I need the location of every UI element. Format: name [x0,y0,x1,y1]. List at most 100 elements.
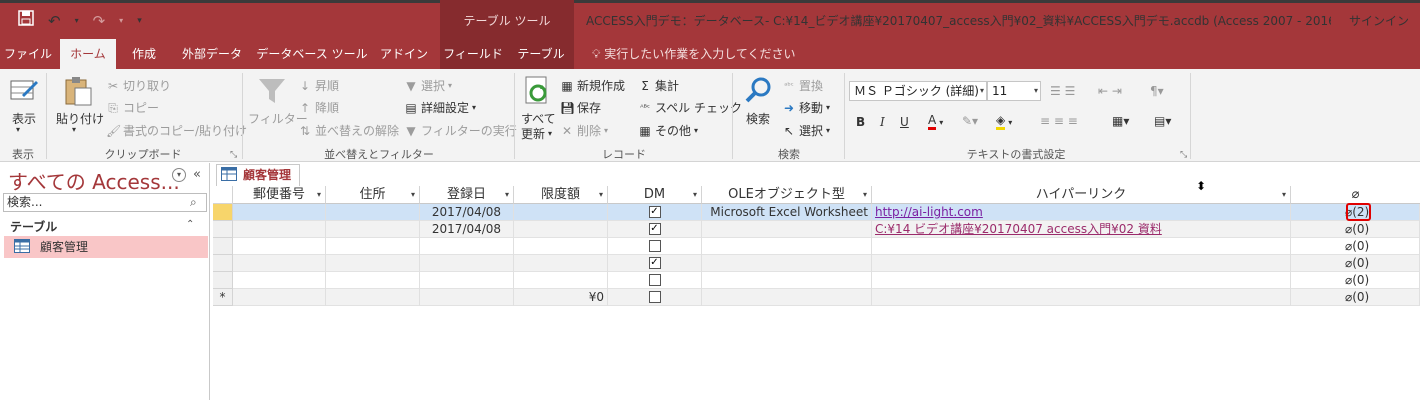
tell-me-search[interactable]: 💡︎ 実行したい作業を入力してください [592,40,796,69]
filter-icon[interactable] [256,75,288,107]
column-header-dm[interactable]: DM ▾ [608,186,702,204]
bullets-icon[interactable]: ☰ ☰ [1050,84,1075,98]
column-dropdown-icon[interactable]: ▾ [317,186,321,204]
column-header-hyperlink[interactable]: ハイパーリンク ▾ [872,186,1291,204]
tab-database-tools[interactable]: データベース ツール [256,40,368,69]
cell-attachment[interactable]: ⌀(0) [1291,272,1420,289]
column-dropdown-icon[interactable]: ▾ [505,186,509,204]
dm-checkbox[interactable] [648,290,661,303]
nav-pane-title[interactable]: すべての Access... [8,166,180,195]
cell-registered-date[interactable] [420,272,514,289]
record-selector[interactable] [213,221,233,238]
more-button[interactable]: ▦ その他 ▾ [638,122,698,139]
cell-attachment[interactable]: ⌀(0) [1291,221,1420,238]
signin-link[interactable]: サインイン [1349,12,1409,29]
cell-postal-code[interactable] [233,272,326,289]
cell-attachment[interactable]: ⌀(0) [1291,255,1420,272]
delete-record-button[interactable]: ✕ 削除 ▾ [560,122,608,139]
column-header-credit-limit[interactable]: 限度額 ▾ [514,186,608,204]
record-selector[interactable] [213,272,233,289]
hyperlink-value[interactable] [872,290,875,304]
font-size-select[interactable]: 11 ▾ [987,81,1041,101]
record-selector[interactable] [213,255,233,272]
paragraph-icon[interactable]: ¶▾ [1150,84,1164,98]
cell-address[interactable] [326,255,420,272]
cell-dm[interactable]: ✓ [608,204,702,221]
dm-checkbox[interactable]: ✓ [648,256,661,269]
paste-icon[interactable] [62,75,94,107]
cell-registered-date[interactable] [420,255,514,272]
cell-attachment[interactable]: ⌀(0) [1291,289,1420,306]
sort-descending-button[interactable]: ↑ 降順 [298,99,339,116]
cell-hyperlink[interactable] [872,255,1291,272]
cell-ole-object[interactable] [702,221,872,238]
hyperlink-value[interactable]: C:¥14 ビデオ講座¥20170407 access入門¥02 資料 [872,222,1162,236]
dm-checkbox[interactable] [648,273,661,286]
bold-button[interactable]: B [856,115,865,129]
collapse-group-icon[interactable]: ⌃ [186,219,194,230]
record-selector[interactable]: * [213,289,233,306]
redo-icon[interactable]: ↷ [93,11,106,31]
hyperlink-value[interactable] [872,239,875,253]
indent-icon[interactable]: ⇤ ⇥ [1098,84,1122,98]
column-header-ole-object[interactable]: OLEオブジェクト型 ▾ [702,186,872,204]
cell-registered-date[interactable] [420,289,514,306]
column-header-postal-code[interactable]: 郵便番号 ▾ [233,186,326,204]
cell-registered-date[interactable]: 2017/04/08 [420,204,514,221]
cell-credit-limit[interactable] [514,238,608,255]
gridlines-icon[interactable]: ▦▾ [1112,114,1129,128]
cell-dm[interactable]: ✓ [608,221,702,238]
goto-button[interactable]: ➜ 移動 ▾ [782,99,830,116]
cell-credit-limit[interactable] [514,272,608,289]
undo-icon[interactable]: ↶ [48,11,61,31]
cell-ole-object[interactable] [702,238,872,255]
totals-button[interactable]: Σ 集計 [638,77,679,94]
cell-hyperlink[interactable]: http://ai-light.com [872,204,1291,221]
underline-button[interactable]: U [900,115,909,129]
refresh-all-icon[interactable] [522,75,554,107]
cell-hyperlink[interactable] [872,238,1291,255]
column-header-attachment[interactable]: ⌀ [1291,186,1420,204]
cell-ole-object[interactable] [702,272,872,289]
align-icons[interactable]: ≡ ≡ ≡ [1040,114,1078,128]
cell-postal-code[interactable] [233,289,326,306]
cell-address[interactable] [326,221,420,238]
alternate-row-icon[interactable]: ▤▾ [1154,114,1171,128]
cell-address[interactable] [326,289,420,306]
tab-file[interactable]: ファイル [0,40,56,69]
font-color-button[interactable]: A ▾ [928,114,943,130]
cell-address[interactable] [326,238,420,255]
customize-qat-icon[interactable]: ▾ [137,11,142,31]
cell-dm[interactable] [608,289,702,306]
select-all-corner[interactable] [213,186,233,204]
view-icon[interactable] [8,75,40,107]
column-header-registered-date[interactable]: 登録日 ▾ [420,186,514,204]
dm-checkbox[interactable]: ✓ [648,205,661,218]
column-dropdown-icon[interactable]: ▾ [599,186,603,204]
toggle-filter-button[interactable]: ▼ フィルターの実行 [404,122,516,139]
cell-hyperlink[interactable] [872,272,1291,289]
cell-address[interactable] [326,272,420,289]
cell-hyperlink[interactable]: C:¥14 ビデオ講座¥20170407 access入門¥02 資料 [872,221,1291,238]
redo-dropdown-icon[interactable]: ▾ [119,11,123,31]
fill-color-button[interactable]: ◈ ▾ [996,114,1012,130]
cell-ole-object[interactable]: Microsoft Excel Worksheet [702,204,872,221]
column-dropdown-icon[interactable]: ▾ [693,186,697,204]
text-format-launcher-icon[interactable]: ⤡ [1180,150,1187,160]
replace-button[interactable]: ᵃᵇᶜ 置換 [782,77,823,94]
cell-dm[interactable] [608,238,702,255]
find-icon[interactable] [743,75,775,107]
cut-button[interactable]: ✂ 切り取り [106,77,171,94]
find-button[interactable]: 検索 [746,110,770,127]
column-header-address[interactable]: 住所 ▾ [326,186,420,204]
advanced-filter-button[interactable]: ▤ 詳細設定 ▾ [404,99,476,116]
cell-credit-limit[interactable]: ¥0 [514,289,608,306]
clear-sort-button[interactable]: ⇅ 並べ替えの解除 [298,122,399,139]
cell-address[interactable] [326,204,420,221]
cell-postal-code[interactable] [233,221,326,238]
refresh-all-button[interactable]: 更新 ▾ [521,125,552,142]
cell-credit-limit[interactable] [514,221,608,238]
hyperlink-value[interactable] [872,256,875,270]
cell-ole-object[interactable] [702,289,872,306]
view-dropdown-icon[interactable]: ▾ [16,125,20,134]
